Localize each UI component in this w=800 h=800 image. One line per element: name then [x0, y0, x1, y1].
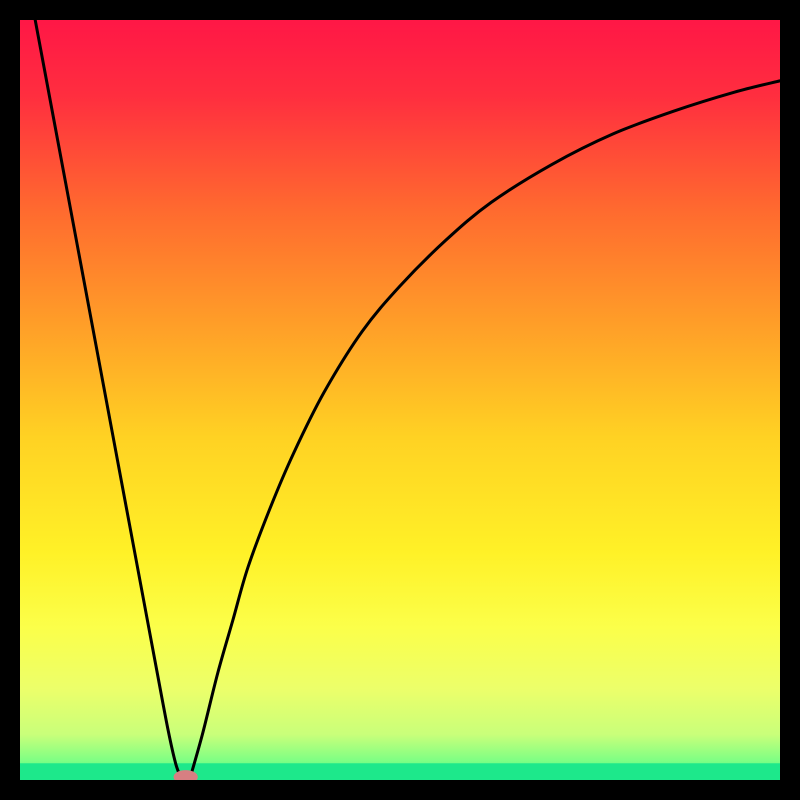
green-band — [20, 763, 780, 780]
bottleneck-chart — [20, 20, 780, 780]
chart-background — [20, 20, 780, 780]
chart-frame: TheBottleneck.com — [20, 20, 780, 780]
